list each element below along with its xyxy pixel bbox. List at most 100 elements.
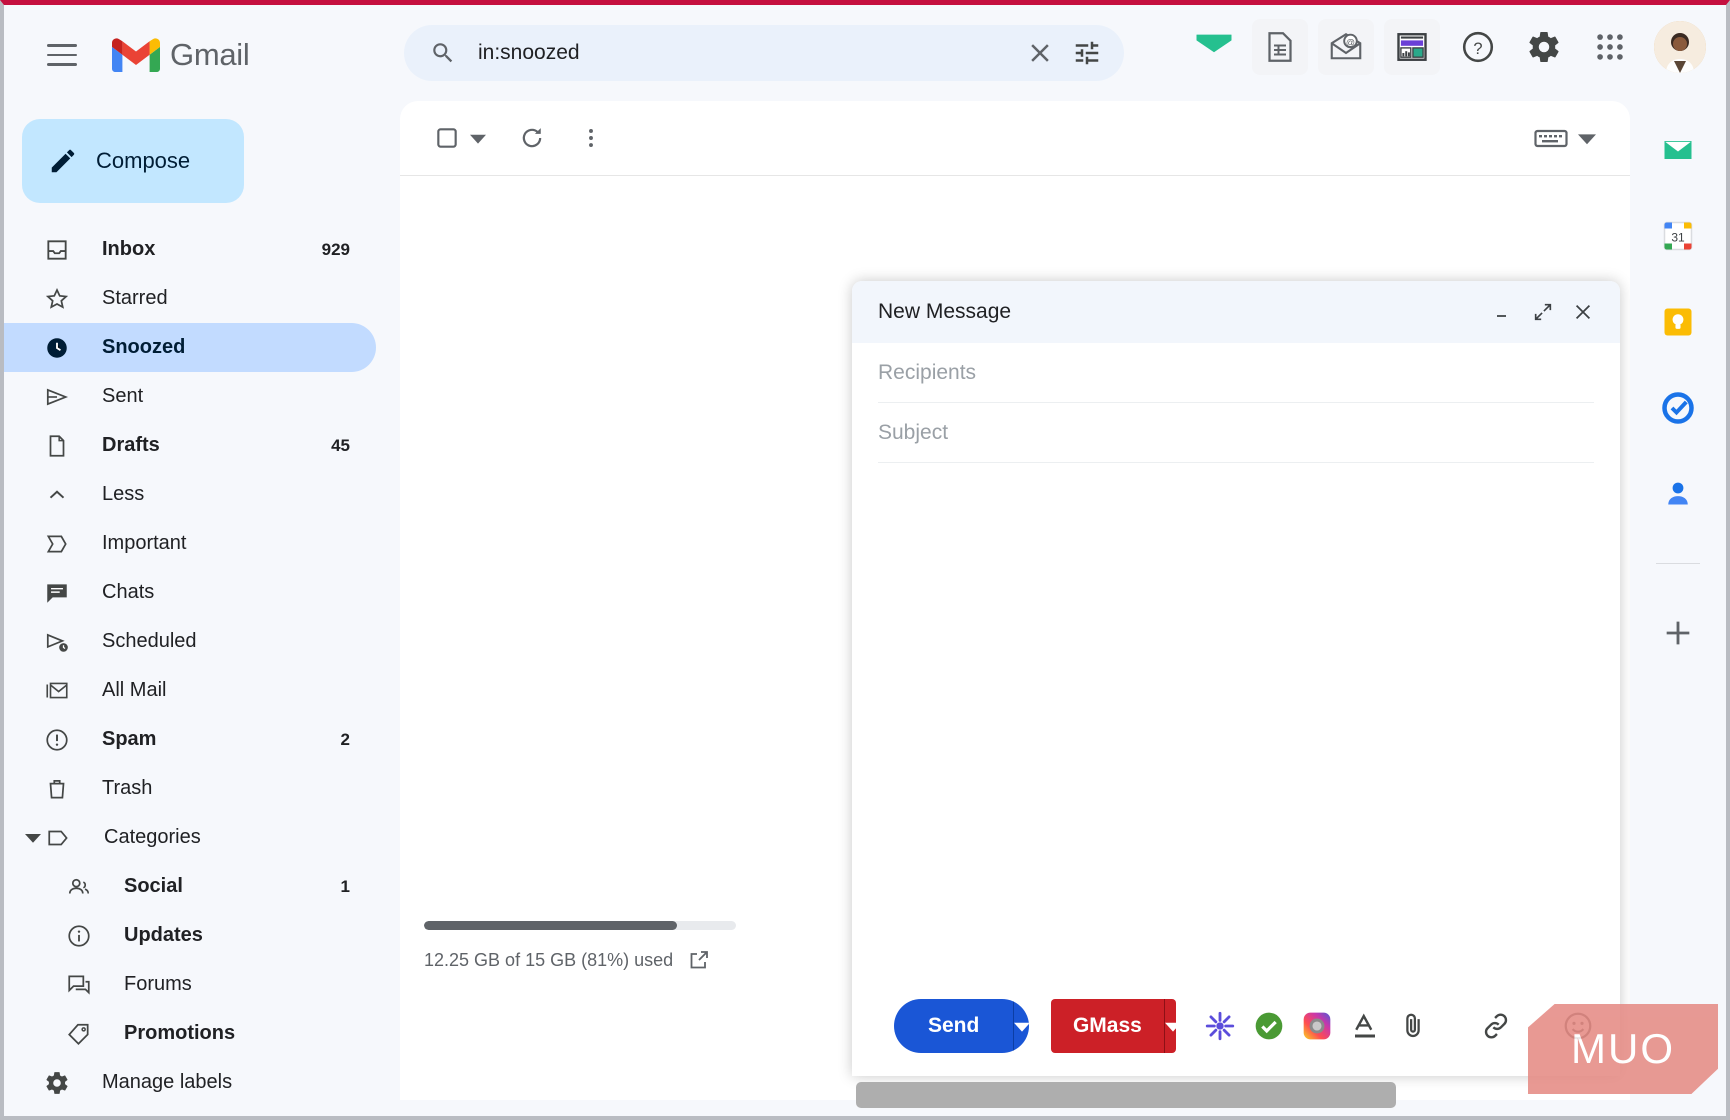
storage-text-row: 12.25 GB of 15 GB (81%) used — [424, 948, 754, 972]
add-addon-button[interactable] — [1655, 610, 1701, 656]
google-tasks-icon[interactable] — [1655, 385, 1701, 431]
sidebar-item-important[interactable]: Important — [4, 519, 376, 568]
google-calendar-icon[interactable]: 31 — [1655, 213, 1701, 259]
sidebar-item-label: All Mail — [102, 679, 167, 701]
chevron-down-icon — [1578, 134, 1596, 145]
sidebar-item-label: Forums — [124, 973, 192, 995]
clear-search-icon[interactable] — [1020, 38, 1060, 68]
sidebar-item-count: 45 — [331, 435, 350, 455]
sidebar-item-label: Spam — [102, 728, 157, 750]
google-keep-icon[interactable] — [1655, 299, 1701, 345]
caret-down-icon — [20, 830, 46, 846]
sidebar-item-social[interactable]: Social 1 — [4, 862, 376, 911]
mail-green-icon[interactable] — [1186, 19, 1242, 75]
sidebar-item-snoozed[interactable]: Snoozed — [4, 323, 376, 372]
format-text-icon[interactable] — [1345, 1000, 1385, 1052]
google-chat-icon[interactable] — [1655, 127, 1701, 173]
subject-field[interactable] — [878, 403, 1594, 463]
checkbox-icon — [437, 128, 457, 148]
insert-link-icon[interactable] — [1476, 1000, 1516, 1052]
gmail-window: Gmail in:snoozed @ ? Compose Inbox 929 S… — [0, 0, 1730, 1120]
minimize-button[interactable] — [1486, 295, 1520, 329]
sidebar-item-sent[interactable]: Sent — [4, 372, 376, 421]
chevron-down-icon — [470, 134, 486, 144]
sidebar-item-spam[interactable]: Spam 2 — [4, 715, 376, 764]
send-button-group[interactable]: Send — [894, 999, 1029, 1053]
google-contacts-icon[interactable] — [1655, 471, 1701, 517]
more-vert-icon — [589, 129, 593, 147]
storage-bar — [424, 921, 736, 930]
compose-title: New Message — [878, 300, 1012, 323]
muo-watermark-text: MUO — [1571, 1025, 1675, 1072]
sidebar: Compose Inbox 929 Starred Snoozed Sent D… — [4, 105, 404, 1116]
sidebar-item-inbox[interactable]: Inbox 929 — [4, 225, 376, 274]
fullscreen-button[interactable] — [1526, 295, 1560, 329]
gmass-button-group[interactable]: GMass — [1050, 999, 1177, 1053]
message-body[interactable] — [852, 463, 1620, 976]
search-bar[interactable] — [404, 25, 1124, 81]
important-icon — [44, 531, 78, 557]
refresh-button[interactable] — [518, 115, 546, 161]
compose-header: New Message — [852, 281, 1620, 343]
sidebar-item-promotions[interactable]: Promotions — [4, 1009, 376, 1058]
more-options-button[interactable] — [578, 115, 604, 161]
sidebar-item-categories[interactable]: Categories — [4, 813, 376, 862]
sidebar-item-label: Manage labels — [102, 1071, 233, 1093]
all-mail-icon — [44, 678, 78, 704]
sidebar-item-label: Promotions — [124, 1022, 236, 1044]
recipients-input[interactable] — [878, 360, 1594, 385]
sidebar-item-manage-labels[interactable]: Manage labels — [4, 1058, 376, 1107]
compose-footer: Send GMass — [852, 976, 1620, 1076]
gmail-brand[interactable]: Gmail — [112, 37, 250, 73]
keyboard-dropdown[interactable] — [1578, 115, 1596, 161]
settings-gear-icon[interactable] — [1516, 19, 1572, 75]
search-input[interactable] — [478, 41, 1020, 65]
rail-divider — [1656, 563, 1700, 564]
subject-input[interactable] — [878, 420, 1594, 445]
sidebar-item-less[interactable]: Less — [4, 470, 376, 519]
tag-icon — [66, 1021, 100, 1047]
avatar[interactable] — [1654, 21, 1706, 73]
select-all-checkbox[interactable] — [434, 115, 486, 161]
brand-title: Gmail — [170, 37, 250, 72]
search-options-icon[interactable] — [1060, 26, 1114, 80]
attach-file-icon[interactable] — [1393, 1000, 1433, 1052]
camera-icon[interactable] — [1297, 1000, 1337, 1052]
sidebar-item-updates[interactable]: Updates — [4, 911, 376, 960]
sidebar-item-forums[interactable]: Forums — [4, 960, 376, 1009]
compose-button[interactable]: Compose — [22, 119, 244, 203]
sidebar-item-chats[interactable]: Chats — [4, 568, 376, 617]
gmass-settings-icon[interactable] — [1200, 1000, 1240, 1052]
apps-grid-icon[interactable] — [1582, 19, 1638, 75]
close-button[interactable] — [1566, 295, 1600, 329]
mail-at-icon[interactable]: @ — [1318, 19, 1374, 75]
send-options-button[interactable] — [1014, 999, 1029, 1053]
keyboard-shortcuts-button[interactable] — [1534, 115, 1568, 161]
help-icon[interactable]: ? — [1450, 19, 1506, 75]
sidebar-item-trash[interactable]: Trash — [4, 764, 376, 813]
gmass-verify-icon[interactable] — [1249, 1000, 1289, 1052]
storage-indicator: 12.25 GB of 15 GB (81%) used — [424, 921, 754, 972]
compose-window: New Message Send — [852, 281, 1620, 1076]
sidebar-item-label: Chats — [102, 581, 155, 603]
sidebar-item-label: Sent — [102, 385, 144, 407]
spreadsheet-icon[interactable] — [1252, 19, 1308, 75]
horizontal-scrollbar[interactable] — [856, 1082, 1396, 1108]
gmass-options-button[interactable] — [1164, 999, 1177, 1053]
sidebar-item-all-mail[interactable]: All Mail — [4, 666, 376, 715]
sidebar-item-starred[interactable]: Starred — [4, 274, 376, 323]
recipients-field[interactable] — [878, 343, 1594, 403]
chevron-down-icon — [1164, 1022, 1177, 1032]
gmass-button[interactable]: GMass — [1050, 999, 1165, 1053]
svg-text:?: ? — [1473, 40, 1482, 58]
dashboard-icon[interactable] — [1384, 19, 1440, 75]
send-button[interactable]: Send — [894, 999, 1015, 1053]
keyboard-icon — [1534, 129, 1568, 148]
sidebar-item-scheduled[interactable]: Scheduled — [4, 617, 376, 666]
open-in-new-icon[interactable] — [687, 948, 711, 972]
clock-icon — [44, 335, 78, 361]
plus-icon — [1666, 621, 1690, 645]
sidebar-item-label: Important — [102, 532, 187, 554]
sidebar-item-drafts[interactable]: Drafts 45 — [4, 421, 376, 470]
hamburger-icon[interactable] — [36, 29, 88, 81]
